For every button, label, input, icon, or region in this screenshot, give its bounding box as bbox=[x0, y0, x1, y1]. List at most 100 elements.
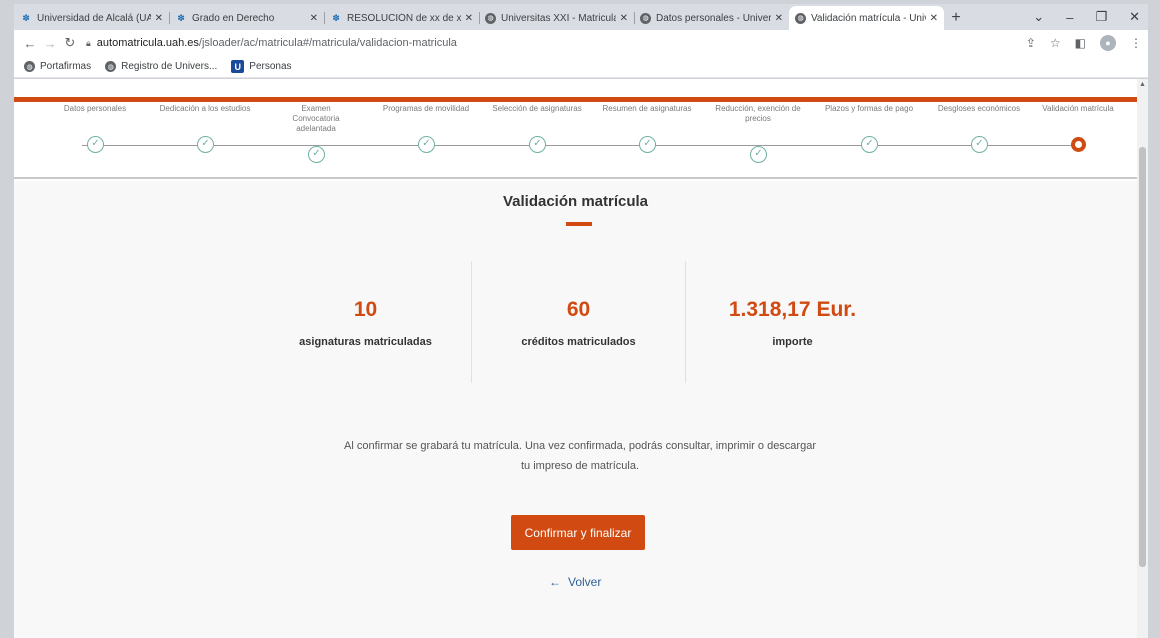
close-icon[interactable]: ✕ bbox=[465, 13, 473, 24]
step-dedicacion[interactable]: Dedicación a los estudios ✓ bbox=[150, 102, 260, 153]
check-circle-icon: ✓ bbox=[308, 146, 325, 163]
step-programas-movilidad[interactable]: Programas de movilidad ✓ bbox=[371, 102, 481, 153]
bookmark-personas[interactable]: U Personas bbox=[231, 60, 292, 73]
uah-logo-icon: ✽ bbox=[332, 12, 340, 23]
step-validacion-matricula[interactable]: Validación matrícula bbox=[1023, 102, 1133, 152]
address-bar[interactable]: 🔒︎ automatricula.uah.es /jsloader/ac/mat… bbox=[86, 32, 1018, 54]
bookmark-label: Registro de Univers... bbox=[121, 61, 218, 72]
scrollbar-thumb[interactable] bbox=[1139, 147, 1146, 567]
confirm-finalize-button[interactable]: Confirmar y finalizar bbox=[511, 515, 645, 550]
close-window-icon[interactable]: ✕ bbox=[1129, 9, 1140, 25]
tab-universitas[interactable]: ◍ Universitas XXI - Matricula W ✕ bbox=[479, 6, 634, 30]
page-viewport: Datos personales ✓ Dedicación a los estu… bbox=[14, 79, 1148, 638]
forward-arrow-icon[interactable]: → bbox=[40, 36, 60, 51]
minimize-icon[interactable]: – bbox=[1066, 10, 1073, 25]
u-logo-icon: U bbox=[231, 60, 245, 73]
bookmarks-bar: ◍ Portafirmas ◍ Registro de Univers... U… bbox=[14, 56, 1148, 78]
stepper-line bbox=[82, 145, 1086, 146]
close-icon[interactable]: ✕ bbox=[775, 13, 783, 24]
stat-creditos: 60 créditos matriculados bbox=[472, 261, 685, 383]
current-step-ring-icon bbox=[1071, 137, 1086, 152]
restore-icon[interactable]: ❐ bbox=[1095, 9, 1107, 25]
tab-title: Grado en Derecho bbox=[192, 12, 275, 24]
share-icon[interactable]: ⇪ bbox=[1026, 36, 1036, 50]
window-controls: ⌄ – ❐ ✕ bbox=[1033, 4, 1148, 30]
notice-line: Al confirmar se grabará tu matrícula. Un… bbox=[344, 440, 816, 452]
step-seleccion-asignaturas[interactable]: Selección de asignaturas ✓ bbox=[482, 102, 592, 153]
notice-line: tu impreso de matrícula. bbox=[521, 460, 639, 472]
close-icon[interactable]: ✕ bbox=[620, 13, 628, 24]
enrollment-summary: 10 asignaturas matriculadas 60 créditos … bbox=[259, 261, 899, 383]
close-icon[interactable]: ✕ bbox=[155, 13, 163, 24]
check-circle-icon: ✓ bbox=[861, 136, 878, 153]
step-label: Resumen de asignaturas bbox=[602, 104, 692, 113]
step-label: Desgloses económicos bbox=[937, 104, 1021, 113]
stat-value: 60 bbox=[566, 298, 591, 321]
close-icon[interactable]: ✕ bbox=[310, 13, 318, 24]
bookmark-portafirmas[interactable]: ◍ Portafirmas bbox=[24, 61, 91, 72]
back-arrow-icon[interactable]: ← bbox=[20, 36, 40, 51]
tab-title: RESOLUCIÓN de xx de xx de bbox=[347, 12, 461, 24]
menu-kebab-icon[interactable]: ⋮ bbox=[1130, 36, 1142, 50]
bookmark-star-icon[interactable]: ☆ bbox=[1050, 36, 1061, 50]
stat-label: importe bbox=[772, 336, 813, 348]
globe-icon: ◍ bbox=[795, 12, 806, 24]
tab-grado-derecho[interactable]: ✽ Grado en Derecho ✕ bbox=[169, 6, 324, 30]
progress-stepper: Datos personales ✓ Dedicación a los estu… bbox=[14, 102, 1137, 179]
tab-datos-personales[interactable]: ◍ Datos personales - Universit ✕ bbox=[634, 6, 789, 30]
step-plazos-pago[interactable]: Plazos y formas de pago ✓ bbox=[814, 102, 924, 153]
stat-importe: 1.318,17 Eur. importe bbox=[686, 261, 899, 383]
confirmation-notice: Al confirmar se grabará tu matrícula. Un… bbox=[334, 436, 826, 476]
tab-uah-home[interactable]: ✽ Universidad de Alcalá (UAH) | ✕ bbox=[14, 6, 169, 30]
check-circle-icon: ✓ bbox=[639, 136, 656, 153]
globe-icon: ◍ bbox=[485, 12, 496, 24]
back-link[interactable]: ← Volver bbox=[549, 575, 601, 589]
step-reduccion-exencion[interactable]: Reducción, exención de precios ✓ bbox=[703, 102, 813, 163]
globe-icon: ◍ bbox=[24, 61, 35, 72]
stat-asignaturas: 10 asignaturas matriculadas bbox=[259, 261, 472, 383]
step-label: Plazos y formas de pago bbox=[824, 104, 914, 113]
profile-avatar-icon[interactable]: ● bbox=[1100, 35, 1116, 51]
step-label: Selección de asignaturas bbox=[492, 104, 582, 113]
bookmark-registro[interactable]: ◍ Registro de Univers... bbox=[105, 61, 217, 72]
step-examen-convocatoria[interactable]: Examen Convocatoria adelantada ✓ bbox=[261, 102, 371, 163]
stat-label: asignaturas matriculadas bbox=[299, 336, 432, 348]
uah-logo-icon: ✽ bbox=[177, 12, 185, 23]
step-label: Reducción, exención de precios bbox=[715, 104, 801, 123]
tab-title: Validación matrícula - Univer bbox=[811, 12, 926, 24]
step-label: Datos personales bbox=[63, 104, 127, 113]
lock-icon[interactable]: 🔒︎ bbox=[86, 38, 91, 49]
check-circle-icon: ✓ bbox=[418, 136, 435, 153]
toolbar-actions: ⇪ ☆ ◧ ● ⋮ bbox=[1026, 35, 1142, 51]
uah-logo-icon: ✽ bbox=[22, 12, 30, 23]
check-circle-icon: ✓ bbox=[750, 146, 767, 163]
page-scrollbar[interactable]: ▲ bbox=[1137, 79, 1148, 638]
check-circle-icon: ✓ bbox=[529, 136, 546, 153]
globe-icon: ◍ bbox=[640, 12, 651, 24]
step-desgloses-economicos[interactable]: Desgloses económicos ✓ bbox=[924, 102, 1034, 153]
main-content: Validación matrícula 10 asignaturas matr… bbox=[14, 181, 1137, 638]
step-resumen-asignaturas[interactable]: Resumen de asignaturas ✓ bbox=[592, 102, 702, 153]
tab-title: Universidad de Alcalá (UAH) | bbox=[37, 12, 151, 24]
scroll-up-icon[interactable]: ▲ bbox=[1139, 81, 1146, 88]
close-icon[interactable]: ✕ bbox=[930, 13, 938, 24]
bookmark-label: Portafirmas bbox=[40, 61, 92, 72]
new-tab-button[interactable]: + bbox=[944, 6, 968, 30]
reload-icon[interactable]: ↻ bbox=[60, 35, 80, 51]
title-underline bbox=[566, 222, 592, 226]
page-title: Validación matrícula bbox=[502, 193, 649, 210]
stat-value: 10 bbox=[353, 298, 378, 321]
url-host: automatricula.uah.es bbox=[96, 37, 199, 49]
side-panel-icon[interactable]: ◧ bbox=[1075, 36, 1086, 50]
stat-value: 1.318,17 Eur. bbox=[728, 298, 857, 321]
step-label: Programas de movilidad bbox=[382, 104, 470, 113]
url-path: /jsloader/ac/matricula#/matricula/valida… bbox=[198, 37, 457, 49]
tab-validacion-matricula[interactable]: ◍ Validación matrícula - Univer ✕ bbox=[789, 6, 944, 30]
stat-label: créditos matriculados bbox=[521, 336, 636, 348]
tab-resolucion[interactable]: ✽ RESOLUCIÓN de xx de xx de ✕ bbox=[324, 6, 479, 30]
tab-search-chevron-icon[interactable]: ⌄ bbox=[1033, 9, 1044, 25]
tab-title: Datos personales - Universit bbox=[656, 12, 771, 24]
check-circle-icon: ✓ bbox=[971, 136, 988, 153]
browser-toolbar: ← → ↻ 🔒︎ automatricula.uah.es /jsloader/… bbox=[14, 30, 1148, 56]
step-datos-personales[interactable]: Datos personales ✓ bbox=[40, 102, 150, 153]
